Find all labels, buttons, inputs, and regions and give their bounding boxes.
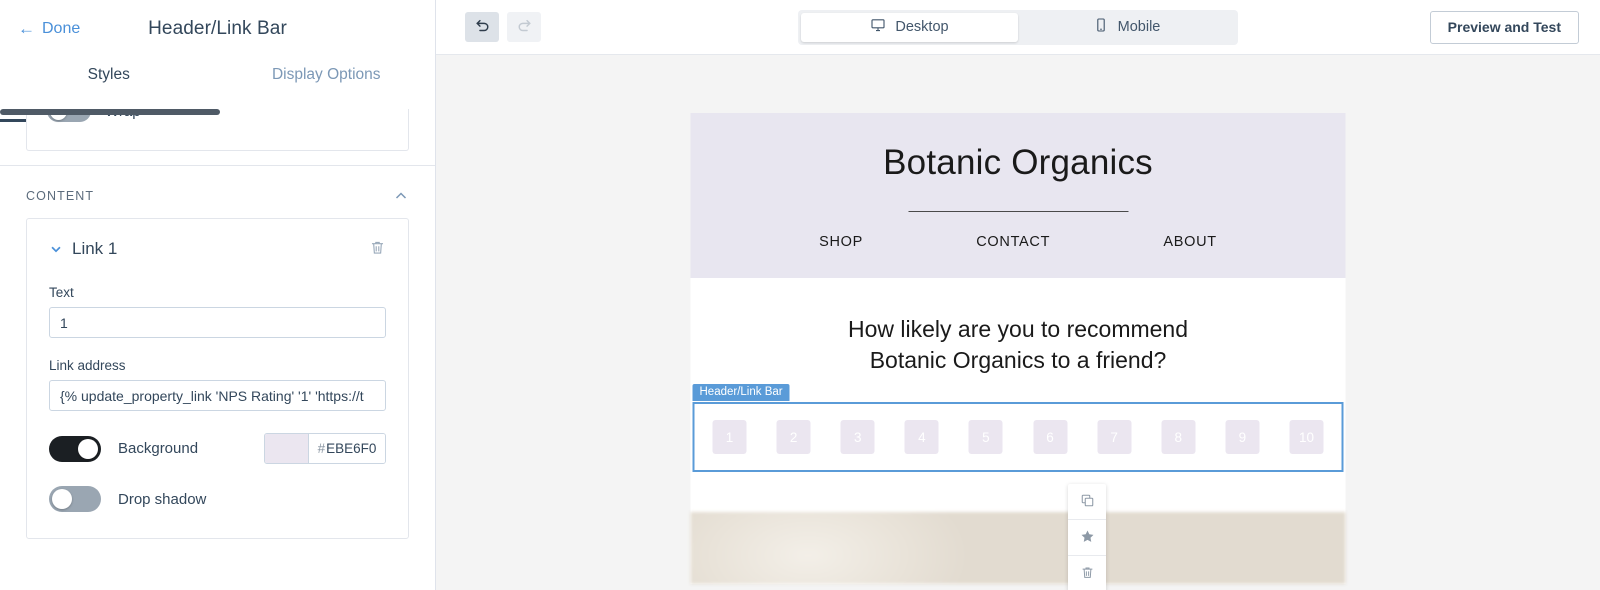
duplicate-icon — [1080, 493, 1095, 511]
module-action-toolbar — [1068, 484, 1106, 590]
nps-module-wrapper: Header/Link Bar 1 2 3 4 5 6 7 8 9 10 — [691, 384, 1346, 473]
link-address-field-group: Link address — [49, 358, 386, 411]
nps-item[interactable]: 1 — [712, 420, 747, 455]
background-toggle-group: Background — [49, 435, 199, 462]
tab-styles[interactable]: Styles — [0, 57, 218, 122]
editor-pane: Desktop Mobile Preview and Test Botanic … — [436, 0, 1600, 590]
link-card-header: Link 1 — [49, 239, 386, 259]
drop-shadow-toggle-group: Drop shadow — [49, 486, 206, 512]
redo-icon — [516, 17, 533, 37]
trash-icon — [369, 239, 386, 259]
nps-rating-bar: 1 2 3 4 5 6 7 8 9 10 — [695, 404, 1342, 470]
device-option-desktop[interactable]: Desktop — [801, 12, 1018, 42]
nps-item[interactable]: 2 — [776, 420, 811, 455]
hash-symbol: # — [317, 441, 326, 456]
nps-item[interactable]: 6 — [1033, 420, 1068, 455]
delete-link-button[interactable] — [369, 239, 386, 259]
sidebar-header: ← Done Header/Link Bar — [0, 0, 435, 57]
sidebar-scroll-area: Wrap CONTENT — [0, 109, 435, 590]
color-swatch[interactable] — [265, 434, 309, 463]
color-value-field[interactable]: # EBE6F0 — [309, 434, 385, 463]
color-hex-value: EBE6F0 — [326, 441, 377, 456]
nav-link-contact[interactable]: CONTACT — [976, 234, 1050, 250]
selected-module-outline[interactable]: Header/Link Bar 1 2 3 4 5 6 7 8 9 10 — [692, 384, 1344, 473]
background-label: Background — [118, 440, 199, 457]
done-button[interactable]: ← Done — [18, 20, 80, 38]
email-spacer — [690, 472, 1346, 513]
back-arrow-icon: ← — [18, 19, 35, 38]
drop-shadow-toggle[interactable] — [49, 486, 101, 512]
settings-sidebar: ← Done Header/Link Bar Styles Display Op… — [0, 0, 436, 590]
favorite-module-button[interactable] — [1068, 520, 1106, 556]
chevron-up-icon[interactable] — [393, 188, 409, 204]
device-option-desktop-label: Desktop — [895, 19, 949, 35]
undo-button[interactable] — [465, 12, 499, 42]
redo-button[interactable] — [507, 12, 541, 42]
drop-shadow-setting-row: Drop shadow — [49, 486, 386, 512]
trash-icon — [1080, 565, 1095, 583]
text-field-label: Text — [49, 285, 74, 300]
link-card-header-left: Link 1 — [49, 239, 117, 259]
text-input[interactable] — [49, 307, 386, 338]
content-section-title: CONTENT — [26, 189, 95, 203]
drop-shadow-toggle-knob — [52, 489, 72, 509]
nav-link-shop[interactable]: SHOP — [819, 234, 863, 250]
preview-and-test-button[interactable]: Preview and Test — [1429, 10, 1579, 44]
link-card-title: Link 1 — [72, 239, 118, 258]
sidebar-tabs: Styles Display Options — [0, 57, 436, 122]
brand-name: Botanic Organics — [883, 143, 1153, 182]
delete-module-button[interactable] — [1068, 556, 1106, 590]
background-color-picker[interactable]: # EBE6F0 — [264, 433, 386, 464]
nps-item[interactable]: 3 — [840, 420, 875, 455]
duplicate-module-button[interactable] — [1068, 484, 1106, 520]
editor-toolbar: Desktop Mobile Preview and Test — [436, 0, 1600, 55]
background-toggle-knob — [78, 438, 98, 459]
nps-question[interactable]: How likely are you to recommend Botanic … — [691, 278, 1346, 376]
link-address-label: Link address — [49, 358, 126, 373]
background-setting-row: Background # EBE6F0 — [49, 433, 386, 464]
app-root: ← Done Header/Link Bar Styles Display Op… — [0, 0, 1600, 590]
email-canvas: Botanic Organics SHOP CONTACT ABOUT How … — [436, 55, 1600, 590]
nps-item[interactable]: 10 — [1289, 420, 1324, 455]
done-label: Done — [42, 19, 81, 37]
nps-question-line1: How likely are you to recommend — [847, 316, 1189, 342]
horizontal-scrollbar[interactable] — [0, 109, 220, 115]
email-preview: Botanic Organics SHOP CONTACT ABOUT How … — [690, 113, 1346, 585]
nps-item[interactable]: 7 — [1097, 420, 1132, 455]
link-address-input[interactable] — [49, 380, 386, 411]
phone-icon — [1093, 17, 1109, 37]
nps-item[interactable]: 5 — [968, 420, 1003, 455]
clipped-settings-panel: Wrap — [26, 109, 409, 151]
nps-question-line2: Botanic Organics to a friend? — [869, 347, 1167, 374]
nps-item[interactable]: 4 — [904, 420, 939, 455]
background-toggle[interactable] — [49, 435, 101, 462]
undo-icon — [474, 17, 491, 37]
star-icon — [1080, 529, 1095, 547]
nav-link-about[interactable]: ABOUT — [1163, 234, 1216, 250]
device-preview-toggle: Desktop Mobile — [798, 9, 1238, 45]
email-header-module[interactable]: Botanic Organics SHOP CONTACT ABOUT — [690, 113, 1346, 278]
history-controls — [465, 12, 541, 42]
email-nav: SHOP CONTACT ABOUT — [691, 212, 1346, 250]
device-option-mobile-label: Mobile — [1117, 19, 1161, 35]
monitor-icon — [870, 17, 886, 37]
nps-item[interactable]: 8 — [1161, 420, 1196, 455]
content-section-header[interactable]: CONTENT — [0, 166, 435, 218]
link-settings-card: Link 1 Text Link address — [26, 218, 409, 539]
chevron-down-icon[interactable] — [49, 242, 63, 256]
selected-module-label: Header/Link Bar — [692, 384, 790, 402]
drop-shadow-label: Drop shadow — [118, 490, 207, 508]
tab-display-options[interactable]: Display Options — [218, 57, 436, 109]
nps-item[interactable]: 9 — [1225, 420, 1260, 455]
text-field-group: Text — [49, 285, 386, 338]
email-photo-module[interactable] — [690, 512, 1346, 585]
device-option-mobile[interactable]: Mobile — [1018, 13, 1235, 42]
